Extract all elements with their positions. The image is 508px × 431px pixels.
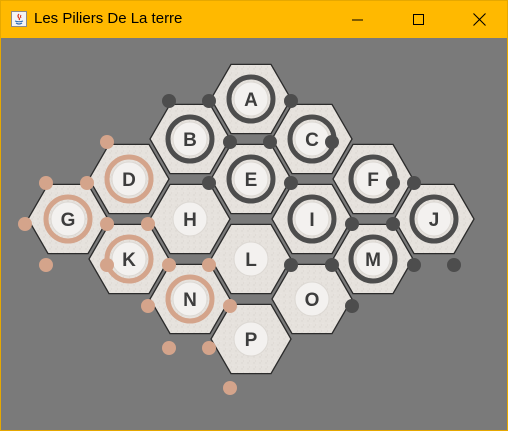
app-window: Les Piliers De La terre A B C D E F G H …: [0, 0, 508, 431]
copper-connector-node[interactable]: [141, 217, 155, 231]
hex-tile-o[interactable]: O: [271, 263, 353, 335]
copper-connector-node[interactable]: [223, 381, 237, 395]
hex-tile-k[interactable]: K: [88, 223, 170, 295]
window-title: Les Piliers De La terre: [34, 10, 183, 27]
hex-tile-m[interactable]: M: [332, 223, 414, 295]
dark-connector-node[interactable]: [284, 94, 298, 108]
dark-connector-node[interactable]: [386, 217, 400, 231]
hex-label: L: [245, 250, 257, 271]
copper-connector-node[interactable]: [18, 217, 32, 231]
hex-tile-g[interactable]: G: [27, 183, 109, 255]
hex-label: O: [305, 290, 320, 311]
hex-tile-b[interactable]: B: [149, 103, 231, 175]
game-area: A B C D E F G H I J K L M N O P: [1, 38, 507, 430]
hex-label: A: [244, 90, 258, 111]
dark-connector-node[interactable]: [447, 258, 461, 272]
copper-connector-node[interactable]: [100, 258, 114, 272]
hex-board: A B C D E F G H I J K L M N O P: [18, 63, 475, 395]
hex-tile-e[interactable]: E: [210, 143, 292, 215]
hex-label: H: [183, 210, 197, 231]
dark-connector-node[interactable]: [263, 135, 277, 149]
dark-connector-node[interactable]: [202, 176, 216, 190]
dark-connector-node[interactable]: [345, 299, 359, 313]
maximize-icon: [413, 13, 424, 25]
hex-label: F: [367, 170, 379, 191]
dark-connector-node[interactable]: [407, 176, 421, 190]
copper-connector-node[interactable]: [202, 341, 216, 355]
hex-tile-d[interactable]: D: [88, 143, 170, 215]
hex-label: D: [122, 170, 136, 191]
copper-connector-node[interactable]: [162, 258, 176, 272]
hex-label: N: [183, 290, 197, 311]
copper-connector-node[interactable]: [100, 217, 114, 231]
maximize-button[interactable]: [396, 1, 442, 38]
title-bar[interactable]: Les Piliers De La terre: [1, 1, 507, 38]
hex-label: K: [122, 250, 136, 271]
copper-connector-node[interactable]: [202, 258, 216, 272]
hex-tile-n[interactable]: N: [149, 263, 231, 335]
dark-connector-node[interactable]: [284, 176, 298, 190]
copper-connector-node[interactable]: [39, 176, 53, 190]
hex-label: I: [309, 210, 314, 231]
copper-connector-node[interactable]: [141, 299, 155, 313]
hex-label: M: [365, 250, 381, 271]
copper-connector-node[interactable]: [39, 258, 53, 272]
hex-tile-c[interactable]: C: [271, 103, 353, 175]
hex-label: C: [305, 130, 319, 151]
hex-tile-p[interactable]: P: [210, 303, 292, 375]
hex-label: E: [245, 170, 258, 191]
dark-connector-node[interactable]: [325, 135, 339, 149]
hex-label: P: [245, 330, 258, 351]
hex-tile-i[interactable]: I: [271, 183, 353, 255]
dark-connector-node[interactable]: [162, 94, 176, 108]
copper-connector-node[interactable]: [162, 341, 176, 355]
dark-connector-node[interactable]: [202, 94, 216, 108]
minimize-icon: [352, 19, 363, 20]
minimize-button[interactable]: [335, 1, 381, 38]
close-icon: [472, 13, 486, 26]
dark-connector-node[interactable]: [284, 258, 298, 272]
copper-connector-node[interactable]: [100, 135, 114, 149]
dark-connector-node[interactable]: [325, 258, 339, 272]
copper-connector-node[interactable]: [223, 299, 237, 313]
java-app-icon: [11, 11, 27, 27]
hex-tile-l[interactable]: L: [210, 223, 292, 295]
hex-label: B: [183, 130, 197, 151]
dark-connector-node[interactable]: [407, 258, 421, 272]
close-button[interactable]: [456, 1, 502, 38]
hex-tile-f[interactable]: F: [332, 143, 414, 215]
hex-tile-j[interactable]: J: [393, 183, 475, 255]
hex-tile-h[interactable]: H: [149, 183, 231, 255]
hex-tile-a[interactable]: A: [210, 63, 292, 135]
hex-label: G: [61, 210, 76, 231]
dark-connector-node[interactable]: [345, 217, 359, 231]
dark-connector-node[interactable]: [386, 176, 400, 190]
dark-connector-node[interactable]: [223, 135, 237, 149]
hex-label: J: [429, 210, 440, 231]
copper-connector-node[interactable]: [80, 176, 94, 190]
